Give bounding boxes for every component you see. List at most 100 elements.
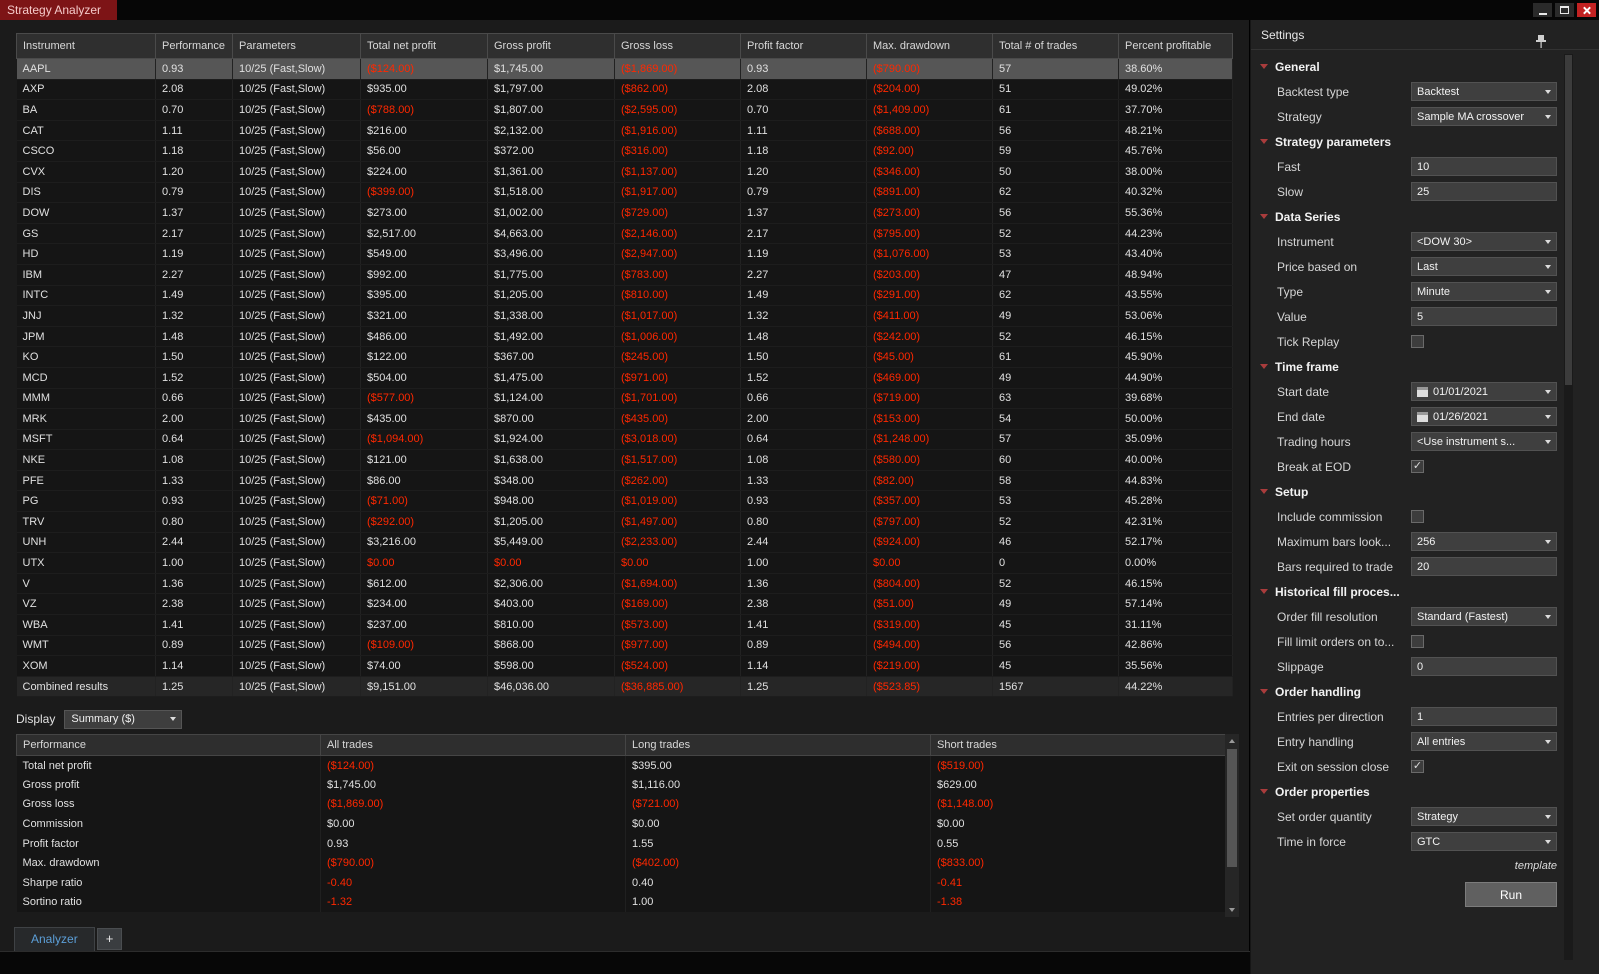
results-row[interactable]: DOW 1.37 10/25 (Fast,Slow) $273.00 $1,002.00… (16, 202, 1233, 224)
setting-dropdown[interactable]: <Use instrument s... (1411, 432, 1557, 451)
results-column-header[interactable]: Max. drawdown (866, 33, 993, 59)
setting-dropdown[interactable]: Backtest (1411, 82, 1557, 101)
summary-row[interactable]: Gross loss ($1,869.00) ($721.00) ($1,148.00… (16, 794, 1225, 815)
setting-dropdown[interactable]: <DOW 30> (1411, 232, 1557, 251)
results-row[interactable]: PG 0.93 10/25 (Fast,Slow) ($71.00) $948.00 ($… (16, 490, 1233, 513)
maximize-button[interactable] (1555, 3, 1574, 17)
results-column-header[interactable]: Total # of trades (992, 33, 1119, 59)
setting-dropdown[interactable]: 256 (1411, 532, 1557, 551)
results-row[interactable]: XOM 1.14 10/25 (Fast,Slow) $74.00 $598.00 ($5… (16, 655, 1233, 677)
results-row[interactable]: UNH 2.44 10/25 (Fast,Slow) $3,216.00 $5,449.… (16, 532, 1233, 554)
results-row[interactable]: MCD 1.52 10/25 (Fast,Slow) $504.00 $1,475.00… (16, 367, 1233, 389)
settings-group-header[interactable]: General (1251, 54, 1557, 79)
setting-input[interactable]: 1 (1411, 707, 1557, 726)
settings-group-header[interactable]: Order properties (1251, 779, 1557, 804)
settings-group-header[interactable]: Setup (1251, 479, 1557, 504)
add-tab-button[interactable]: + (96, 928, 123, 950)
results-column-header[interactable]: Parameters (232, 33, 361, 59)
results-column-header[interactable]: Gross profit (487, 33, 615, 59)
settings-group-header[interactable]: Historical fill proces... (1251, 579, 1557, 604)
results-column-header[interactable]: Instrument (16, 33, 156, 59)
results-row[interactable]: HD 1.19 10/25 (Fast,Slow) $549.00 $3,496.00(… (16, 243, 1233, 265)
setting-dropdown[interactable]: GTC (1411, 832, 1557, 851)
settings-group-header[interactable]: Strategy parameters (1251, 129, 1557, 154)
summary-scrollbar[interactable] (1225, 734, 1239, 917)
setting-checkbox[interactable] (1411, 335, 1424, 348)
setting-input[interactable]: 10 (1411, 157, 1557, 176)
results-row[interactable]: BA 0.70 10/25 (Fast,Slow) ($788.00) $1,807.0… (16, 99, 1233, 121)
scroll-up-icon[interactable] (1225, 734, 1239, 748)
summary-row[interactable]: Max. drawdown ($790.00) ($402.00) ($833.00) (16, 853, 1225, 874)
results-row[interactable]: KO 1.50 10/25 (Fast,Slow) $122.00 $367.00 ($2… (16, 346, 1233, 368)
results-column-header[interactable]: Gross loss (614, 33, 741, 59)
summary-row[interactable]: Sharpe ratio -0.40 0.40 -0.41 (16, 873, 1225, 893)
scrollbar-thumb[interactable] (1565, 55, 1572, 385)
setting-dropdown[interactable]: Standard (Fastest) (1411, 607, 1557, 626)
results-row[interactable]: DIS 0.79 10/25 (Fast,Slow) ($399.00) $1,518.… (16, 182, 1233, 204)
summary-column-header[interactable]: All trades (320, 734, 626, 756)
results-row[interactable]: WMT 0.89 10/25 (Fast,Slow) ($109.00) $868.00… (16, 635, 1233, 657)
setting-checkbox[interactable] (1411, 635, 1424, 648)
setting-dropdown[interactable]: Minute (1411, 282, 1557, 301)
results-row[interactable]: WBA 1.41 10/25 (Fast,Slow) $237.00 $810.00 ($… (16, 614, 1233, 636)
results-row[interactable]: MSFT 0.64 10/25 (Fast,Slow) ($1,094.00) $1,9… (16, 429, 1233, 451)
display-select[interactable]: Summary ($) (64, 709, 183, 729)
results-row[interactable]: MMM 0.66 10/25 (Fast,Slow) ($577.00) $1,124.… (16, 388, 1233, 410)
results-row[interactable]: CSCO 1.18 10/25 (Fast,Slow) $56.00 $372.00 ($… (16, 140, 1233, 162)
setting-checkbox[interactable] (1411, 510, 1424, 523)
results-column-header[interactable]: Total net profit (360, 33, 488, 59)
setting-input[interactable]: 25 (1411, 182, 1557, 201)
results-row[interactable]: UTX 1.00 10/25 (Fast,Slow) $0.00 $0.00 $0.00 1… (16, 552, 1233, 574)
setting-datepicker[interactable]: 01/01/2021 (1411, 382, 1557, 401)
setting-datepicker[interactable]: 01/26/2021 (1411, 407, 1557, 426)
results-column-header[interactable]: Performance (155, 33, 233, 59)
summary-row[interactable]: Profit factor 0.93 1.55 0.55 (16, 833, 1225, 854)
results-row[interactable]: Combined results 1.25 10/25 (Fast,Slow) $9,… (16, 675, 1233, 698)
results-row[interactable]: NKE 1.08 10/25 (Fast,Slow) $121.00 $1,638.00… (16, 449, 1233, 471)
results-row[interactable]: JNJ 1.32 10/25 (Fast,Slow) $321.00 $1,338.00… (16, 305, 1233, 327)
scroll-down-icon[interactable] (1225, 903, 1239, 917)
results-row[interactable]: AAPL 0.93 10/25 (Fast,Slow) ($124.00) $1,745… (16, 58, 1233, 80)
setting-dropdown[interactable]: All entries (1411, 732, 1557, 751)
tab-analyzer[interactable]: Analyzer (14, 927, 95, 951)
summary-column-header[interactable]: Short trades (930, 734, 1225, 756)
results-row[interactable]: PFE 1.33 10/25 (Fast,Slow) $86.00 $348.00 ($2… (16, 470, 1233, 492)
results-column-header[interactable]: Profit factor (740, 33, 867, 59)
results-row[interactable]: MRK 2.00 10/25 (Fast,Slow) $435.00 $870.00 ($… (16, 408, 1233, 430)
settings-group-header[interactable]: Order handling (1251, 679, 1557, 704)
settings-group-header[interactable]: Time frame (1251, 354, 1557, 379)
setting-checkbox[interactable] (1411, 760, 1424, 773)
scrollbar-thumb[interactable] (1227, 749, 1237, 867)
template-label[interactable]: template (1251, 860, 1557, 872)
setting-dropdown[interactable]: Sample MA crossover (1411, 107, 1557, 126)
results-row[interactable]: CAT 1.11 10/25 (Fast,Slow) $216.00 $2,132.00… (16, 120, 1233, 142)
setting-input[interactable]: 5 (1411, 307, 1557, 326)
summary-row[interactable]: Gross profit $1,745.00 $1,116.00 $629.00 (16, 775, 1225, 795)
minimize-button[interactable] (1533, 3, 1552, 17)
setting-checkbox[interactable] (1411, 460, 1424, 473)
results-row[interactable]: CVX 1.20 10/25 (Fast,Slow) $224.00 $1,361.00… (16, 161, 1233, 183)
settings-group-header[interactable]: Data Series (1251, 204, 1557, 229)
setting-dropdown[interactable]: Last (1411, 257, 1557, 276)
results-column-header[interactable]: Percent profitable (1118, 33, 1233, 59)
setting-input[interactable]: 20 (1411, 557, 1557, 576)
results-row[interactable]: INTC 1.49 10/25 (Fast,Slow) $395.00 $1,205.0… (16, 285, 1233, 307)
results-row[interactable]: IBM 2.27 10/25 (Fast,Slow) $992.00 $1,775.00… (16, 264, 1233, 286)
settings-scrollbar[interactable] (1564, 54, 1573, 960)
summary-column-header[interactable]: Long trades (625, 734, 931, 756)
results-row[interactable]: JPM 1.48 10/25 (Fast,Slow) $486.00 $1,492.00… (16, 326, 1233, 348)
setting-dropdown[interactable]: Strategy (1411, 807, 1557, 826)
results-row[interactable]: V 1.36 10/25 (Fast,Slow) $612.00 $2,306.00 ($… (16, 573, 1233, 595)
summary-row[interactable]: Sortino ratio -1.32 1.00 -1.38 (16, 892, 1225, 913)
run-button[interactable]: Run (1465, 882, 1557, 907)
results-row[interactable]: AXP 2.08 10/25 (Fast,Slow) $935.00 $1,797.00… (16, 79, 1233, 101)
summary-row[interactable]: Total net profit ($124.00) $395.00 ($519.00… (16, 755, 1225, 776)
summary-column-header[interactable]: Performance (16, 734, 321, 756)
setting-input[interactable]: 0 (1411, 657, 1557, 676)
results-row[interactable]: TRV 0.80 10/25 (Fast,Slow) ($292.00) $1,205.… (16, 511, 1233, 533)
close-button[interactable] (1577, 3, 1596, 17)
results-row[interactable]: GS 2.17 10/25 (Fast,Slow) $2,517.00 $4,663.0… (16, 223, 1233, 245)
results-row[interactable]: VZ 2.38 10/25 (Fast,Slow) $234.00 $403.00 ($1… (16, 593, 1233, 616)
summary-row[interactable]: Commission $0.00 $0.00 $0.00 (16, 814, 1225, 834)
pin-icon[interactable] (1535, 29, 1547, 48)
